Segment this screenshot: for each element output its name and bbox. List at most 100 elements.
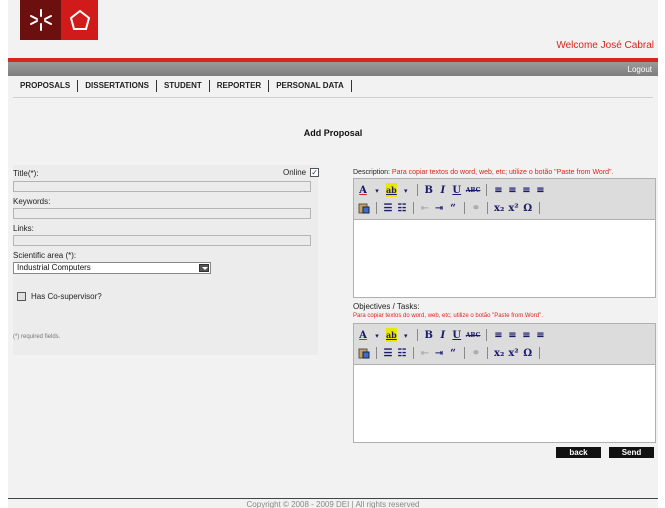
link-icon[interactable]: ⚭ <box>471 346 481 360</box>
cosupervisor-label: Has Co-supervisor? <box>31 292 102 301</box>
superscript-button[interactable]: x² <box>508 201 518 215</box>
align-left-icon[interactable]: ≡ <box>493 183 503 197</box>
chevron-down-icon[interactable]: ▾ <box>401 328 411 342</box>
objectives-hint: Para copiar textos do word, web, etc; ut… <box>353 313 543 319</box>
scientific-area-label: Scientific area (*): <box>13 251 77 260</box>
numbered-list-icon[interactable]: ☷ <box>397 346 407 360</box>
strikethrough-button[interactable]: ABC <box>466 328 481 342</box>
pentagon-logo-icon <box>61 0 98 40</box>
online-toggle[interactable]: Online ✓ <box>283 168 320 177</box>
nav-item-reporter[interactable]: REPORTER <box>210 80 270 92</box>
welcome-message: Welcome José Cabral <box>556 40 654 51</box>
chevron-down-icon[interactable]: ▾ <box>401 183 411 197</box>
objectives-label: Objectives / Tasks: <box>353 302 420 311</box>
bullet-list-icon[interactable]: ☰ <box>383 201 393 215</box>
back-button[interactable]: back <box>556 447 601 458</box>
align-left-icon[interactable]: ≡ <box>493 328 503 342</box>
star-logo-icon <box>20 0 61 40</box>
title-label: Title(*): <box>13 169 39 178</box>
blockquote-button[interactable]: “ <box>448 346 458 360</box>
italic-button[interactable]: I <box>438 183 448 197</box>
description-toolbar: A ▾ ab ▾ B I U ABC ≡ ≡ ≡ ≡ ☰ ☷ ⇤ ⇥ “ ⚭ x… <box>354 179 655 220</box>
title-input[interactable] <box>13 181 311 192</box>
outdent-icon[interactable]: ⇤ <box>420 346 430 360</box>
toolbar-separator <box>376 202 377 214</box>
paste-from-word-icon[interactable] <box>358 346 370 360</box>
main-nav: PROPOSALS DISSERTATIONS STUDENT REPORTER… <box>13 80 352 92</box>
nav-item-personal-data[interactable]: PERSONAL DATA <box>269 80 352 92</box>
university-logo <box>20 0 98 40</box>
page-title: Add Proposal <box>303 128 363 138</box>
description-textarea[interactable] <box>354 220 655 298</box>
highlight-color-button[interactable]: ab <box>386 328 397 342</box>
outdent-icon[interactable]: ⇤ <box>420 201 430 215</box>
footer-copyright: Copyright © 2008 - 2009 DEI | All rights… <box>246 500 420 508</box>
special-character-button[interactable]: Ω <box>523 346 533 360</box>
links-label: Links: <box>13 224 34 233</box>
bold-button[interactable]: B <box>424 328 434 342</box>
indent-icon[interactable]: ⇥ <box>434 346 444 360</box>
header-grey-bar <box>8 62 658 76</box>
send-button[interactable]: Send <box>609 447 654 458</box>
online-label: Online <box>283 168 307 177</box>
highlight-color-button[interactable]: ab <box>386 183 397 197</box>
toolbar-separator <box>416 329 418 341</box>
text-color-button[interactable]: A <box>358 328 368 342</box>
keywords-label: Keywords: <box>13 197 51 206</box>
underline-button[interactable]: U <box>452 328 462 342</box>
description-editor: A ▾ ab ▾ B I U ABC ≡ ≡ ≡ ≡ ☰ ☷ ⇤ ⇥ “ ⚭ x… <box>353 178 656 298</box>
toolbar-separator <box>464 347 465 359</box>
toolbar-separator <box>413 347 414 359</box>
align-right-icon[interactable]: ≡ <box>521 183 531 197</box>
page-background: Welcome José Cabral Logout PROPOSALS DIS… <box>8 0 658 508</box>
description-hint: Para copiar textos do word, web, etc; ut… <box>391 169 614 176</box>
keywords-input[interactable] <box>13 208 311 219</box>
toolbar-separator <box>486 329 488 341</box>
link-icon[interactable]: ⚭ <box>471 201 481 215</box>
required-fields-note: (*) required fields. <box>13 334 61 340</box>
strikethrough-button[interactable]: ABC <box>466 183 481 197</box>
scientific-area-select[interactable]: Industrial Computers <box>13 262 211 274</box>
align-center-icon[interactable]: ≡ <box>507 328 517 342</box>
description-label-row: Description: Para copiar textos do word,… <box>353 169 613 176</box>
align-justify-icon[interactable]: ≡ <box>535 328 545 342</box>
toolbar-separator <box>487 202 488 214</box>
chevron-down-icon[interactable] <box>199 264 209 272</box>
align-right-icon[interactable]: ≡ <box>521 328 531 342</box>
objectives-textarea[interactable] <box>354 365 655 443</box>
indent-icon[interactable]: ⇥ <box>434 201 444 215</box>
nav-item-student[interactable]: STUDENT <box>157 80 210 92</box>
bullet-list-icon[interactable]: ☰ <box>383 346 393 360</box>
align-center-icon[interactable]: ≡ <box>507 183 517 197</box>
align-justify-icon[interactable]: ≡ <box>535 183 545 197</box>
numbered-list-icon[interactable]: ☷ <box>397 201 407 215</box>
paste-from-word-icon[interactable] <box>358 201 370 215</box>
text-color-button[interactable]: A <box>358 183 368 197</box>
online-checkbox[interactable]: ✓ <box>310 168 320 177</box>
cosupervisor-checkbox[interactable] <box>17 292 26 301</box>
toolbar-separator <box>413 202 414 214</box>
italic-button[interactable]: I <box>438 328 448 342</box>
nav-item-dissertations[interactable]: DISSERTATIONS <box>78 80 157 92</box>
superscript-button[interactable]: x² <box>508 346 518 360</box>
toolbar-separator <box>376 347 377 359</box>
special-character-button[interactable]: Ω <box>523 201 533 215</box>
chevron-down-icon[interactable]: ▾ <box>372 328 382 342</box>
cosupervisor-toggle[interactable]: Has Co-supervisor? <box>17 292 102 301</box>
links-input[interactable] <box>13 235 311 246</box>
chevron-down-icon[interactable]: ▾ <box>372 183 382 197</box>
footer-divider <box>8 498 658 499</box>
subscript-button[interactable]: x₂ <box>494 346 504 360</box>
blockquote-button[interactable]: “ <box>448 201 458 215</box>
underline-button[interactable]: U <box>452 183 462 197</box>
scientific-area-value: Industrial Computers <box>17 263 91 272</box>
toolbar-separator <box>416 184 418 196</box>
proposal-form-panel <box>13 165 318 355</box>
nav-divider <box>13 97 653 98</box>
logout-link[interactable]: Logout <box>628 65 652 74</box>
objectives-toolbar: A ▾ ab ▾ B I U ABC ≡ ≡ ≡ ≡ ☰ ☷ ⇤ ⇥ “ ⚭ x… <box>354 324 655 365</box>
bold-button[interactable]: B <box>424 183 434 197</box>
nav-item-proposals[interactable]: PROPOSALS <box>13 80 79 92</box>
objectives-editor: A ▾ ab ▾ B I U ABC ≡ ≡ ≡ ≡ ☰ ☷ ⇤ ⇥ “ ⚭ x… <box>353 323 656 443</box>
subscript-button[interactable]: x₂ <box>494 201 504 215</box>
